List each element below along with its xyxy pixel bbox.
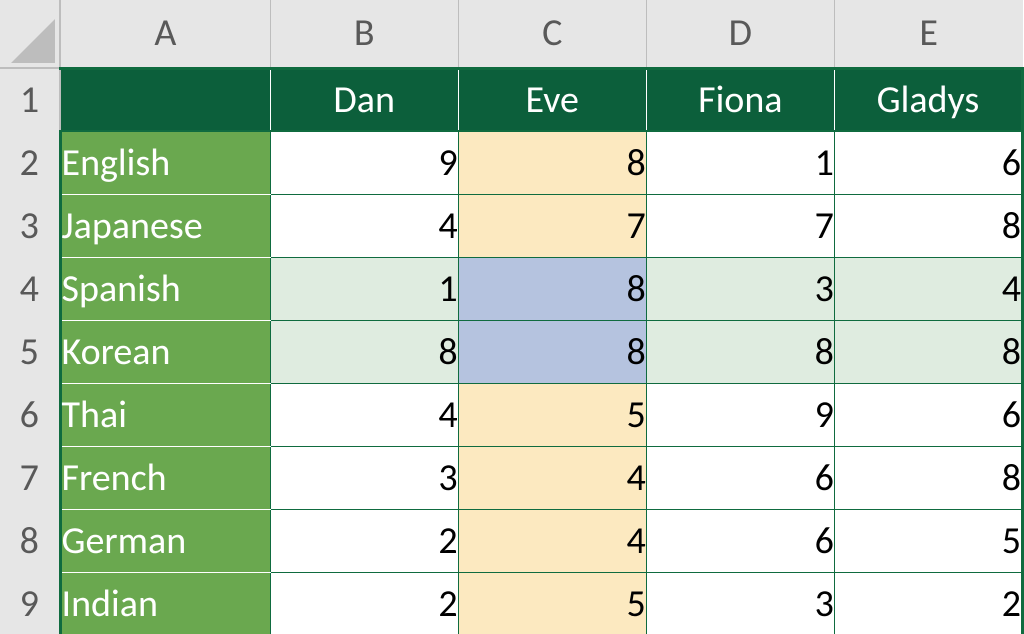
cell-B6[interactable]: 4 [270, 383, 458, 446]
cell-C5[interactable]: 8 [458, 320, 646, 383]
cell-E5[interactable]: 8 [834, 320, 1022, 383]
cell-B5[interactable]: 8 [270, 320, 458, 383]
cell-C4[interactable]: 8 [458, 257, 646, 320]
select-all-triangle-icon [11, 19, 55, 63]
spreadsheet-grid[interactable]: A B C D E 1 Dan Eve Fiona Gladys 2 Engli… [0, 0, 1024, 634]
cell-A1[interactable] [60, 68, 270, 131]
cell-E9[interactable]: 2 [834, 572, 1022, 634]
cell-E3[interactable]: 8 [834, 194, 1022, 257]
cell-D2[interactable]: 1 [646, 131, 834, 194]
table-row: 6 Thai 4 5 9 6 [0, 383, 1023, 446]
row-header-3[interactable]: 3 [0, 194, 60, 257]
cell-E6[interactable]: 6 [834, 383, 1022, 446]
column-header-A[interactable]: A [60, 0, 270, 68]
cell-B1[interactable]: Dan [270, 68, 458, 131]
table-row: 9 Indian 2 5 3 2 [0, 572, 1023, 634]
table-row: 7 French 3 4 6 8 [0, 446, 1023, 509]
cell-B7[interactable]: 3 [270, 446, 458, 509]
table-row: 4 Spanish 1 8 3 4 [0, 257, 1023, 320]
table-row: 2 English 9 8 1 6 [0, 131, 1023, 194]
row-header-2[interactable]: 2 [0, 131, 60, 194]
cell-A6[interactable]: Thai [60, 383, 270, 446]
cell-D3[interactable]: 7 [646, 194, 834, 257]
cell-E1[interactable]: Gladys [834, 68, 1022, 131]
row-header-6[interactable]: 6 [0, 383, 60, 446]
cell-B4[interactable]: 1 [270, 257, 458, 320]
cell-A5[interactable]: Korean [60, 320, 270, 383]
cell-C6[interactable]: 5 [458, 383, 646, 446]
cell-D8[interactable]: 6 [646, 509, 834, 572]
table-row: 3 Japanese 4 7 7 8 [0, 194, 1023, 257]
column-header-E[interactable]: E [834, 0, 1022, 68]
cell-D4[interactable]: 3 [646, 257, 834, 320]
cell-A8[interactable]: German [60, 509, 270, 572]
column-header-B[interactable]: B [270, 0, 458, 68]
cell-E8[interactable]: 5 [834, 509, 1022, 572]
cell-A7[interactable]: French [60, 446, 270, 509]
cell-D5[interactable]: 8 [646, 320, 834, 383]
table-row: 8 German 2 4 6 5 [0, 509, 1023, 572]
cell-C2[interactable]: 8 [458, 131, 646, 194]
cell-D1[interactable]: Fiona [646, 68, 834, 131]
cell-E2[interactable]: 6 [834, 131, 1022, 194]
cell-D9[interactable]: 3 [646, 572, 834, 634]
spreadsheet-view: A B C D E 1 Dan Eve Fiona Gladys 2 Engli… [0, 0, 1024, 634]
row-header-9[interactable]: 9 [0, 572, 60, 634]
cell-D6[interactable]: 9 [646, 383, 834, 446]
cell-B9[interactable]: 2 [270, 572, 458, 634]
cell-C8[interactable]: 4 [458, 509, 646, 572]
cell-B3[interactable]: 4 [270, 194, 458, 257]
table-row: 5 Korean 8 8 8 8 [0, 320, 1023, 383]
table-row: 1 Dan Eve Fiona Gladys [0, 68, 1023, 131]
cell-D7[interactable]: 6 [646, 446, 834, 509]
cell-C9[interactable]: 5 [458, 572, 646, 634]
cell-A4[interactable]: Spanish [60, 257, 270, 320]
cell-A3[interactable]: Japanese [60, 194, 270, 257]
cell-C1[interactable]: Eve [458, 68, 646, 131]
cell-A2[interactable]: English [60, 131, 270, 194]
cell-C3[interactable]: 7 [458, 194, 646, 257]
column-header-row: A B C D E [0, 0, 1023, 68]
row-header-7[interactable]: 7 [0, 446, 60, 509]
cell-A9[interactable]: Indian [60, 572, 270, 634]
cell-C7[interactable]: 4 [458, 446, 646, 509]
row-header-8[interactable]: 8 [0, 509, 60, 572]
row-header-5[interactable]: 5 [0, 320, 60, 383]
row-header-4[interactable]: 4 [0, 257, 60, 320]
column-header-D[interactable]: D [646, 0, 834, 68]
select-all-corner[interactable] [0, 0, 60, 68]
cell-E4[interactable]: 4 [834, 257, 1022, 320]
cell-B2[interactable]: 9 [270, 131, 458, 194]
row-header-1[interactable]: 1 [0, 68, 60, 131]
cell-B8[interactable]: 2 [270, 509, 458, 572]
cell-E7[interactable]: 8 [834, 446, 1022, 509]
column-header-C[interactable]: C [458, 0, 646, 68]
